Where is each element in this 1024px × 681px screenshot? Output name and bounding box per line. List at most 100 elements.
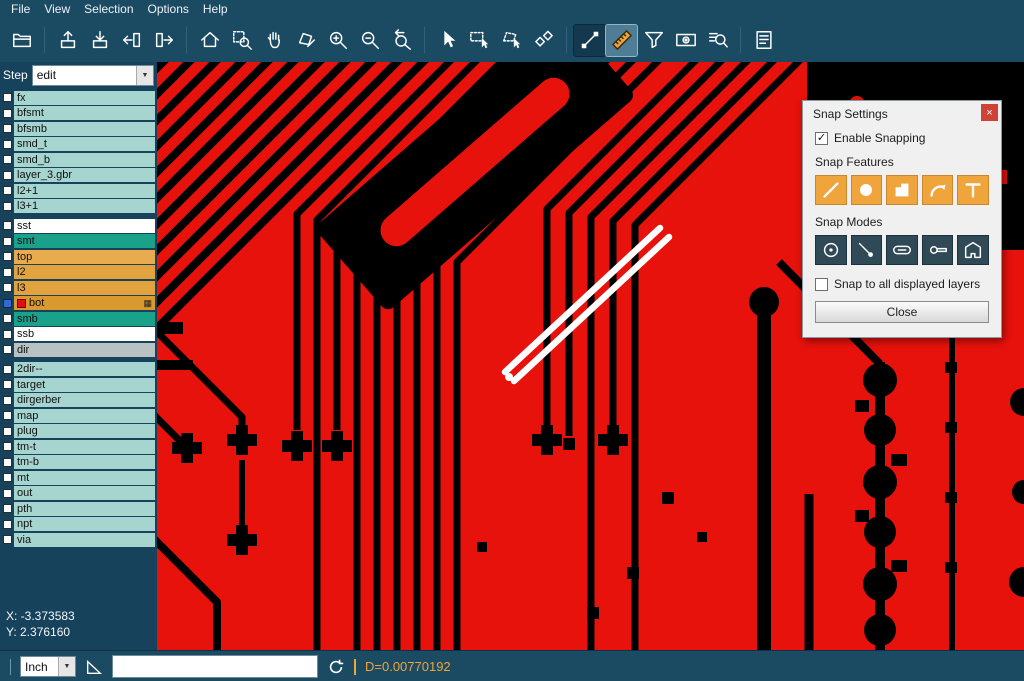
zoom-out-button[interactable]	[354, 25, 385, 56]
layer-name[interactable]: dirgerber	[14, 393, 155, 407]
layer-checkbox[interactable]	[3, 140, 12, 149]
layer-name[interactable]: tm-t	[14, 440, 155, 454]
line-tool-button[interactable]	[574, 25, 605, 56]
layer-row-via[interactable]: via	[0, 532, 157, 548]
layer-checkbox[interactable]	[3, 380, 12, 389]
snap-feature-arc-button[interactable]	[922, 175, 954, 205]
layer-row-smb[interactable]: smb	[0, 311, 157, 327]
layer-checkbox[interactable]	[3, 252, 12, 261]
layer-checkbox[interactable]	[3, 221, 12, 230]
layer-name[interactable]: ssb	[14, 327, 155, 341]
layer-name[interactable]: bfsmb	[14, 122, 155, 136]
menu-item-options[interactable]: Options	[141, 1, 196, 17]
layer-row-tm-b[interactable]: tm-b	[0, 455, 157, 471]
layer-name[interactable]: bfsmt	[14, 106, 155, 120]
zoom-window-button[interactable]	[226, 25, 257, 56]
layer-name[interactable]: l2	[14, 265, 155, 279]
layer-name[interactable]: dir	[14, 343, 155, 357]
layer-row-l2[interactable]: l2	[0, 265, 157, 281]
pan-hand-button[interactable]	[258, 25, 289, 56]
enable-snapping-checkbox[interactable]: ✓	[815, 132, 828, 145]
layer-row-2dir--[interactable]: 2dir--	[0, 362, 157, 378]
zoom-previous-button[interactable]	[386, 25, 417, 56]
layer-checkbox[interactable]	[3, 396, 12, 405]
import-arrow-left-button[interactable]	[116, 25, 147, 56]
layer-row-npt[interactable]: npt	[0, 517, 157, 533]
layer-checkbox[interactable]	[3, 268, 12, 277]
layer-checkbox[interactable]	[3, 345, 12, 354]
layer-checkbox[interactable]	[3, 473, 12, 482]
layer-row-dirgerber[interactable]: dirgerber	[0, 393, 157, 409]
pcb-canvas[interactable]: Snap Settings × ✓ Enable Snapping Snap F…	[157, 62, 1024, 650]
refresh-icon[interactable]	[327, 658, 345, 676]
ruler-tool-button[interactable]	[606, 25, 637, 56]
close-icon[interactable]: ×	[981, 104, 998, 121]
layer-name[interactable]: bot▦	[14, 296, 155, 310]
zoom-in-button[interactable]	[322, 25, 353, 56]
layer-checkbox[interactable]	[3, 109, 12, 118]
layer-row-tm-t[interactable]: tm-t	[0, 439, 157, 455]
view-objects-button[interactable]	[670, 25, 701, 56]
menu-item-file[interactable]: File	[4, 1, 37, 17]
command-input[interactable]	[112, 655, 318, 678]
layer-checkbox[interactable]	[3, 442, 12, 451]
layer-row-bot[interactable]: bot▦	[0, 296, 157, 312]
layer-name[interactable]: l3	[14, 281, 155, 295]
layer-row-plug[interactable]: plug	[0, 424, 157, 440]
layer-name[interactable]: smd_t	[14, 137, 155, 151]
layer-name[interactable]: smt	[14, 234, 155, 248]
layer-row-ssb[interactable]: ssb	[0, 327, 157, 343]
draw-polygon-button[interactable]	[290, 25, 321, 56]
layer-name[interactable]: top	[14, 250, 155, 264]
layer-row-pth[interactable]: pth	[0, 501, 157, 517]
layer-row-out[interactable]: out	[0, 486, 157, 502]
snap-mode-endpoint-button[interactable]	[851, 235, 883, 265]
layer-checkbox[interactable]	[3, 155, 12, 164]
close-button[interactable]: Close	[815, 301, 989, 323]
layer-name[interactable]: pth	[14, 502, 155, 516]
layer-row-bfsmb[interactable]: bfsmb	[0, 121, 157, 137]
layer-checkbox[interactable]	[3, 520, 12, 529]
all-layers-checkbox[interactable]	[815, 278, 828, 291]
open-folder-button[interactable]	[6, 25, 37, 56]
layer-checkbox[interactable]	[3, 283, 12, 292]
layer-row-target[interactable]: target	[0, 377, 157, 393]
snap-feature-line-button[interactable]	[815, 175, 847, 205]
layer-row-bfsmt[interactable]: bfsmt	[0, 106, 157, 122]
layer-name[interactable]: smd_b	[14, 153, 155, 167]
layer-checkbox[interactable]	[3, 202, 12, 211]
layer-checkbox[interactable]	[3, 411, 12, 420]
layer-checkbox[interactable]	[3, 237, 12, 246]
home-button[interactable]	[194, 25, 225, 56]
layer-row-fx[interactable]: fx	[0, 90, 157, 106]
search-objects-button[interactable]	[702, 25, 733, 56]
import-box-down-button[interactable]	[84, 25, 115, 56]
layer-name[interactable]: sst	[14, 219, 155, 233]
layer-row-smt[interactable]: smt	[0, 234, 157, 250]
layer-row-mt[interactable]: mt	[0, 470, 157, 486]
select-rectangle-button[interactable]	[464, 25, 495, 56]
export-arrow-right-button[interactable]	[148, 25, 179, 56]
step-dropdown[interactable]: edit ▼	[32, 65, 154, 86]
select-polygon-button[interactable]	[496, 25, 527, 56]
layer-name[interactable]: fx	[14, 91, 155, 105]
layer-checkbox[interactable]	[3, 124, 12, 133]
menu-item-selection[interactable]: Selection	[77, 1, 140, 17]
layer-checkbox[interactable]	[3, 427, 12, 436]
layer-name[interactable]: smb	[14, 312, 155, 326]
layer-row-smd_t[interactable]: smd_t	[0, 137, 157, 153]
layer-row-l3[interactable]: l3	[0, 280, 157, 296]
snap-mode-contour-button[interactable]	[957, 235, 989, 265]
layer-row-sst[interactable]: sst	[0, 218, 157, 234]
layer-name[interactable]: npt	[14, 517, 155, 531]
layer-name[interactable]: l2+1	[14, 184, 155, 198]
layer-checkbox[interactable]	[3, 93, 12, 102]
layer-row-l3+1[interactable]: l3+1	[0, 199, 157, 215]
layer-row-layer_3.gbr[interactable]: layer_3.gbr	[0, 168, 157, 184]
angle-tool-icon[interactable]	[85, 658, 103, 676]
select-cursor-button[interactable]	[432, 25, 463, 56]
snap-mode-slot-button[interactable]	[886, 235, 918, 265]
layer-name[interactable]: via	[14, 533, 155, 547]
select-hatch-button[interactable]	[528, 25, 559, 56]
chevron-down-icon[interactable]: ▼	[136, 66, 153, 85]
